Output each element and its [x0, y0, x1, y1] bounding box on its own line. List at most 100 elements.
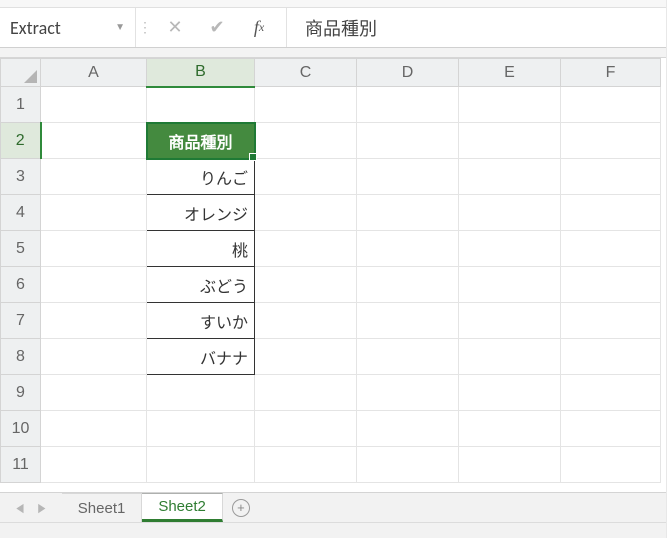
cell-A1[interactable]: [41, 87, 147, 123]
cell-A10[interactable]: [41, 411, 147, 447]
cell-E9[interactable]: [459, 375, 561, 411]
cell-B11[interactable]: [147, 447, 255, 483]
cell-E7[interactable]: [459, 303, 561, 339]
cell-B1[interactable]: [147, 87, 255, 123]
row-header-6[interactable]: 6: [1, 267, 41, 303]
cell-D8[interactable]: [357, 339, 459, 375]
name-box-value: Extract: [10, 17, 111, 39]
cell-A8[interactable]: [41, 339, 147, 375]
row-header-11[interactable]: 11: [1, 447, 41, 483]
formula-input[interactable]: 商品種別: [286, 8, 666, 47]
cell-E8[interactable]: [459, 339, 561, 375]
cell-A7[interactable]: [41, 303, 147, 339]
cell-D7[interactable]: [357, 303, 459, 339]
cell-D9[interactable]: [357, 375, 459, 411]
horizontal-scrollbar[interactable]: [0, 522, 666, 538]
cell-C8[interactable]: [255, 339, 357, 375]
cell-B8[interactable]: バナナ: [147, 339, 255, 375]
tab-nav: ◄ ►: [0, 493, 62, 522]
cell-F7[interactable]: [561, 303, 661, 339]
cell-F4[interactable]: [561, 195, 661, 231]
cell-D1[interactable]: [357, 87, 459, 123]
cell-F1[interactable]: [561, 87, 661, 123]
insert-function-icon[interactable]: fx: [238, 8, 280, 47]
cell-A9[interactable]: [41, 375, 147, 411]
column-header-D[interactable]: D: [357, 59, 459, 87]
column-header-C[interactable]: C: [255, 59, 357, 87]
cell-B10[interactable]: [147, 411, 255, 447]
cell-B4[interactable]: オレンジ: [147, 195, 255, 231]
cell-C10[interactable]: [255, 411, 357, 447]
cell-E5[interactable]: [459, 231, 561, 267]
cell-B6[interactable]: ぶどう: [147, 267, 255, 303]
row-header-1[interactable]: 1: [1, 87, 41, 123]
chevron-down-icon[interactable]: ▼: [111, 22, 129, 33]
cell-E4[interactable]: [459, 195, 561, 231]
column-header-A[interactable]: A: [41, 59, 147, 87]
cell-B3[interactable]: りんご: [147, 159, 255, 195]
enter-check-icon[interactable]: ✔: [196, 8, 238, 47]
cell-F5[interactable]: [561, 231, 661, 267]
cell-B9[interactable]: [147, 375, 255, 411]
cell-F3[interactable]: [561, 159, 661, 195]
column-header-F[interactable]: F: [561, 59, 661, 87]
cell-A2[interactable]: [41, 123, 147, 159]
cell-C3[interactable]: [255, 159, 357, 195]
cell-C6[interactable]: [255, 267, 357, 303]
row-header-7[interactable]: 7: [1, 303, 41, 339]
cell-E11[interactable]: [459, 447, 561, 483]
cell-C11[interactable]: [255, 447, 357, 483]
cancel-icon[interactable]: ✕: [154, 8, 196, 47]
column-header-E[interactable]: E: [459, 59, 561, 87]
cell-C1[interactable]: [255, 87, 357, 123]
row-header-10[interactable]: 10: [1, 411, 41, 447]
select-all-corner[interactable]: [1, 59, 41, 87]
column-header-B[interactable]: B: [147, 59, 255, 87]
cell-B7[interactable]: すいか: [147, 303, 255, 339]
cell-A11[interactable]: [41, 447, 147, 483]
cell-A3[interactable]: [41, 159, 147, 195]
cell-A4[interactable]: [41, 195, 147, 231]
cell-F11[interactable]: [561, 447, 661, 483]
cell-E6[interactable]: [459, 267, 561, 303]
sheet-tab-sheet2[interactable]: Sheet2: [142, 493, 223, 522]
cell-D2[interactable]: [357, 123, 459, 159]
cell-C5[interactable]: [255, 231, 357, 267]
sheet-tab-sheet1[interactable]: Sheet1: [62, 493, 143, 522]
tab-next-icon[interactable]: ►: [36, 498, 48, 516]
cell-C2[interactable]: [255, 123, 357, 159]
cell-E3[interactable]: [459, 159, 561, 195]
add-sheet-button[interactable]: +: [223, 493, 259, 522]
tab-prev-icon[interactable]: ◄: [14, 498, 26, 516]
cell-F8[interactable]: [561, 339, 661, 375]
row-header-2[interactable]: 2: [1, 123, 41, 159]
cell-F10[interactable]: [561, 411, 661, 447]
cell-E2[interactable]: [459, 123, 561, 159]
cell-F2[interactable]: [561, 123, 661, 159]
cell-D5[interactable]: [357, 231, 459, 267]
cell-C7[interactable]: [255, 303, 357, 339]
cell-A6[interactable]: [41, 267, 147, 303]
row-header-5[interactable]: 5: [1, 231, 41, 267]
cell-B2[interactable]: 商品種別: [147, 123, 255, 159]
cell-D10[interactable]: [357, 411, 459, 447]
cell-F6[interactable]: [561, 267, 661, 303]
row-header-8[interactable]: 8: [1, 339, 41, 375]
row-header-9[interactable]: 9: [1, 375, 41, 411]
spreadsheet-grid[interactable]: ABCDEF 12 商品種別 3 りんご 4 オレンジ 5 桃 6 ぶどう 7 すいか 8 バナナ 91011: [0, 58, 666, 483]
cell-F9[interactable]: [561, 375, 661, 411]
cell-D11[interactable]: [357, 447, 459, 483]
cell-E10[interactable]: [459, 411, 561, 447]
cell-D3[interactable]: [357, 159, 459, 195]
cell-D4[interactable]: [357, 195, 459, 231]
cell-A5[interactable]: [41, 231, 147, 267]
cell-C9[interactable]: [255, 375, 357, 411]
cell-C4[interactable]: [255, 195, 357, 231]
row-header-4[interactable]: 4: [1, 195, 41, 231]
formula-value: 商品種別: [305, 15, 377, 41]
name-box[interactable]: Extract ▼: [0, 8, 136, 47]
row-header-3[interactable]: 3: [1, 159, 41, 195]
cell-D6[interactable]: [357, 267, 459, 303]
cell-E1[interactable]: [459, 87, 561, 123]
cell-B5[interactable]: 桃: [147, 231, 255, 267]
